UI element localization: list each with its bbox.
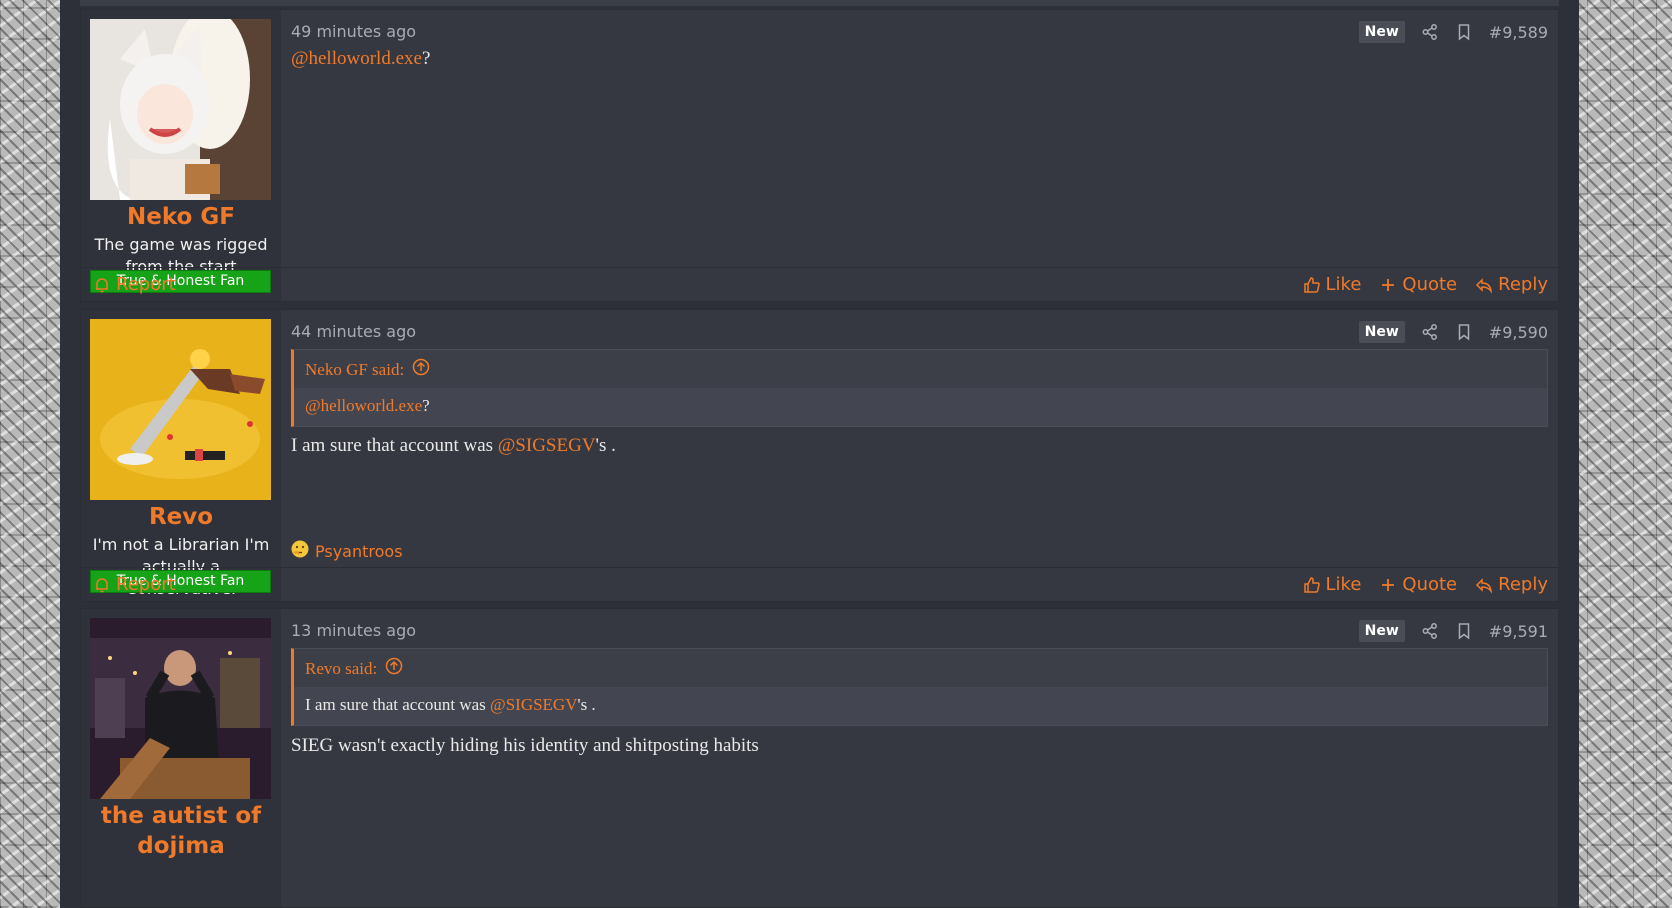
post-9590: Revo I'm not a Librarian I'm actually a … — [80, 309, 1559, 602]
plus-icon — [1379, 276, 1397, 294]
bookmark-icon[interactable] — [1455, 622, 1473, 640]
reply-icon — [1475, 276, 1493, 294]
bookmark-icon[interactable] — [1455, 323, 1473, 341]
reply-label: Reply — [1498, 574, 1548, 595]
arrow-up-circle-icon — [385, 657, 403, 680]
post-body: I am sure that account was @SIGSEGV's . — [291, 435, 1548, 457]
quote-block: Neko GF said: @helloworld.exe? — [291, 349, 1548, 427]
username[interactable]: Neko GF — [81, 202, 281, 232]
user-mention[interactable]: @SIGSEGV — [498, 435, 596, 456]
user-cell: Revo I'm not a Librarian I'm actually a … — [81, 310, 281, 601]
share-icon[interactable] — [1421, 323, 1439, 341]
post-main: 13 minutes ago New #9,591 Revo said: I a… — [281, 609, 1558, 907]
username[interactable]: the autist of dojima — [91, 801, 271, 861]
report-button[interactable]: Report — [93, 574, 176, 595]
new-badge: New — [1358, 21, 1405, 43]
reply-label: Reply — [1498, 274, 1548, 295]
quote-body: I am sure that account was @SIGSEGV's . — [294, 687, 1547, 725]
avatar-image — [90, 19, 271, 200]
reply-button[interactable]: Reply — [1475, 274, 1548, 295]
quote-header[interactable]: Neko GF said: — [305, 358, 430, 381]
thumbs-up-icon — [1303, 276, 1321, 294]
new-badge: New — [1358, 321, 1405, 343]
post-time[interactable]: 13 minutes ago — [291, 621, 416, 640]
username[interactable]: Revo — [81, 502, 281, 532]
quote-text: ? — [422, 396, 430, 415]
like-label: Like — [1325, 274, 1362, 295]
post-number[interactable]: #9,590 — [1489, 323, 1548, 342]
post-main: 44 minutes ago New #9,590 Neko GF said: … — [281, 310, 1558, 601]
bell-icon — [93, 276, 111, 294]
like-label: Like — [1325, 574, 1362, 595]
share-icon[interactable] — [1421, 23, 1439, 41]
post-time[interactable]: 44 minutes ago — [291, 322, 416, 341]
post-footer: Report Like Quote Reply — [81, 267, 1558, 301]
avatar[interactable] — [90, 319, 271, 500]
quote-author: Revo said: — [305, 658, 378, 678]
quote-text: 's . — [577, 695, 596, 714]
post-main: 49 minutes ago New #9,589 @helloworld.ex… — [281, 10, 1558, 301]
thinking-emoji-icon — [291, 540, 309, 562]
quote-block: Revo said: I am sure that account was @S… — [291, 648, 1548, 726]
post-body: SIEG wasn't exactly hiding his identity … — [291, 735, 759, 756]
user-mention[interactable]: @helloworld.exe — [291, 48, 422, 69]
post-time[interactable]: 49 minutes ago — [291, 22, 416, 41]
post-9589: Neko GF The game was rigged from the sta… — [80, 9, 1559, 302]
previous-post-edge — [80, 0, 1559, 6]
post-meta: 13 minutes ago New #9,591 — [291, 619, 1548, 643]
plus-icon — [1379, 576, 1397, 594]
quote-button[interactable]: Quote — [1379, 574, 1457, 595]
post-number[interactable]: #9,589 — [1489, 23, 1548, 42]
quote-text: I am sure that account was — [305, 695, 491, 714]
post-body: @helloworld.exe? — [291, 48, 1548, 70]
avatar[interactable] — [90, 618, 271, 799]
reply-button[interactable]: Reply — [1475, 574, 1548, 595]
share-icon[interactable] — [1421, 622, 1439, 640]
like-button[interactable]: Like — [1303, 274, 1362, 295]
post-body-text: I am sure that account was — [291, 435, 498, 456]
quote-button[interactable]: Quote — [1379, 274, 1457, 295]
thumbs-up-icon — [1303, 576, 1321, 594]
bookmark-icon[interactable] — [1455, 23, 1473, 41]
post-meta: 49 minutes ago New #9,589 — [291, 20, 1548, 44]
quote-label: Quote — [1402, 274, 1458, 295]
post-body-text: ? — [421, 48, 431, 69]
post-9591: the autist of dojima 13 minutes ago New … — [80, 608, 1559, 908]
reaction-bar[interactable]: Psyantroos — [291, 540, 403, 562]
quote-body: @helloworld.exe? — [294, 388, 1547, 426]
avatar[interactable] — [90, 19, 271, 200]
user-cell: Neko GF The game was rigged from the sta… — [81, 10, 281, 301]
post-number[interactable]: #9,591 — [1489, 622, 1548, 641]
post-meta: 44 minutes ago New #9,590 — [291, 320, 1548, 344]
report-label: Report — [116, 574, 176, 595]
user-mention[interactable]: @SIGSEGV — [490, 695, 577, 714]
quote-label: Quote — [1402, 574, 1458, 595]
arrow-up-circle-icon — [412, 358, 430, 381]
quote-header[interactable]: Revo said: — [305, 657, 403, 680]
user-cell: the autist of dojima — [81, 609, 281, 907]
reaction-user[interactable]: Psyantroos — [315, 542, 403, 561]
user-mention[interactable]: @helloworld.exe — [305, 396, 422, 415]
new-badge: New — [1358, 620, 1405, 642]
reply-icon — [1475, 576, 1493, 594]
report-button[interactable]: Report — [93, 274, 176, 295]
quote-author: Neko GF said: — [305, 359, 405, 379]
avatar-image — [90, 319, 271, 500]
like-button[interactable]: Like — [1303, 574, 1362, 595]
avatar-image — [90, 618, 271, 799]
report-label: Report — [116, 274, 176, 295]
post-footer: Report Like Quote Reply — [81, 567, 1558, 601]
post-body-text: 's . — [595, 435, 616, 456]
bell-icon — [93, 576, 111, 594]
